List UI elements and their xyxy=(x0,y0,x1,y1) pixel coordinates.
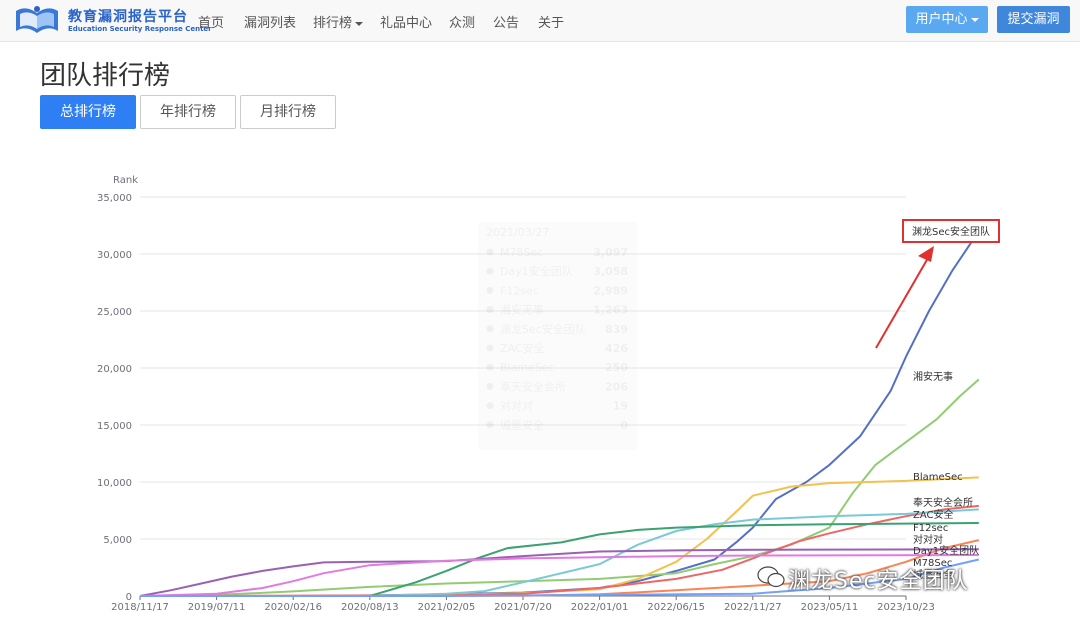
series-end-label: ZAC安全 xyxy=(913,508,954,521)
tooltip-series-value: 426 xyxy=(605,342,628,355)
tooltip-dot xyxy=(486,344,494,352)
series-end-label: 对对对 xyxy=(913,533,943,546)
tooltip-series-name: 城堡安全 xyxy=(500,418,544,432)
tooltip-series-value: 0 xyxy=(620,419,628,432)
tooltip-series-name: M78Sec xyxy=(500,246,543,259)
arrow-head-icon xyxy=(918,246,934,262)
y-tick-label: 20,000 xyxy=(97,364,132,375)
x-tick-label: 2021/02/05 xyxy=(418,602,476,613)
tooltip-ghost: 2021/03/27 M78Sec 3,097 Day1安全团队 3,058 F12sec… xyxy=(478,222,638,450)
tooltip-series-name: Day1安全团队 xyxy=(500,264,573,278)
x-tick-label: 2022/06/15 xyxy=(647,602,705,613)
series-end-label: 湘安无事 xyxy=(913,370,953,383)
tooltip-series-value: 3,058 xyxy=(593,265,628,278)
tooltip-series-value: 206 xyxy=(605,380,628,393)
y-axis-label: Rank xyxy=(113,175,138,186)
watermark-text: 渊龙Sec安全团队 xyxy=(788,569,969,594)
y-tick-label: 35,000 xyxy=(97,193,132,204)
tooltip-series-name: 奉天安全会所 xyxy=(500,379,566,393)
tooltip-series-name: BlameSec xyxy=(500,361,555,374)
series-end-label: Day1安全团队 xyxy=(913,544,979,557)
tooltip-series-value: 3,097 xyxy=(593,246,628,259)
tooltip-series-value: 2,989 xyxy=(593,284,628,297)
tooltip-dot xyxy=(486,267,494,275)
y-tick-label: 15,000 xyxy=(97,421,132,432)
tooltip-dot xyxy=(486,382,494,390)
y-tick-label: 5,000 xyxy=(103,535,132,546)
tooltip-series-name: 对对对 xyxy=(500,399,533,413)
tooltip-series-name: 渊龙Sec安全团队 xyxy=(500,322,586,336)
tooltip-dot xyxy=(486,421,494,429)
tooltip-series-value: 19 xyxy=(613,400,628,413)
y-tick-label: 10,000 xyxy=(97,478,132,489)
tooltip-dot xyxy=(486,363,494,371)
tooltip-series-value: 1,263 xyxy=(593,304,628,317)
annotation-arrow-line xyxy=(875,257,929,349)
tooltip-series-value: 839 xyxy=(605,323,628,336)
series-end-label: BlameSec xyxy=(913,472,963,483)
tooltip-dot xyxy=(486,402,494,410)
x-tick-label: 2019/07/11 xyxy=(188,602,246,613)
tooltip-dot xyxy=(486,248,494,256)
y-tick-label: 30,000 xyxy=(97,250,132,261)
annotation-label: 渊龙Sec安全团队 xyxy=(912,225,990,238)
team-rank-chart: 0 5,000 10,000 15,000 20,000 25,000 30,000 35,0… xyxy=(97,175,1000,613)
tooltip-date: 2021/03/27 xyxy=(486,226,549,239)
tooltip-series-name: F12sec xyxy=(500,284,539,297)
x-tick-label: 2023/10/23 xyxy=(877,602,935,613)
series-end-label: 奉天安全会所 xyxy=(913,496,973,509)
tooltip-dot xyxy=(486,306,494,314)
x-tick-label: 2022/01/01 xyxy=(571,602,629,613)
y-tick-label: 25,000 xyxy=(97,307,132,318)
tooltip-series-name: 湘安无事 xyxy=(500,303,544,317)
series-end-label: F12sec xyxy=(913,523,948,534)
x-tick-label: 2020/08/13 xyxy=(341,602,399,613)
x-tick-label: 2021/07/20 xyxy=(494,602,552,613)
x-tick-label: 2020/02/16 xyxy=(264,602,322,613)
x-tick-label: 2022/11/27 xyxy=(724,602,782,613)
x-tick-label: 2023/05/11 xyxy=(801,602,859,613)
tooltip-dot xyxy=(486,325,494,333)
tooltip-dot xyxy=(486,286,494,294)
wechat-icon xyxy=(757,566,785,588)
tooltip-series-name: ZAC安全 xyxy=(500,341,545,355)
tooltip-series-value: 250 xyxy=(605,361,628,374)
x-tick-label: 2018/11/17 xyxy=(111,602,169,613)
